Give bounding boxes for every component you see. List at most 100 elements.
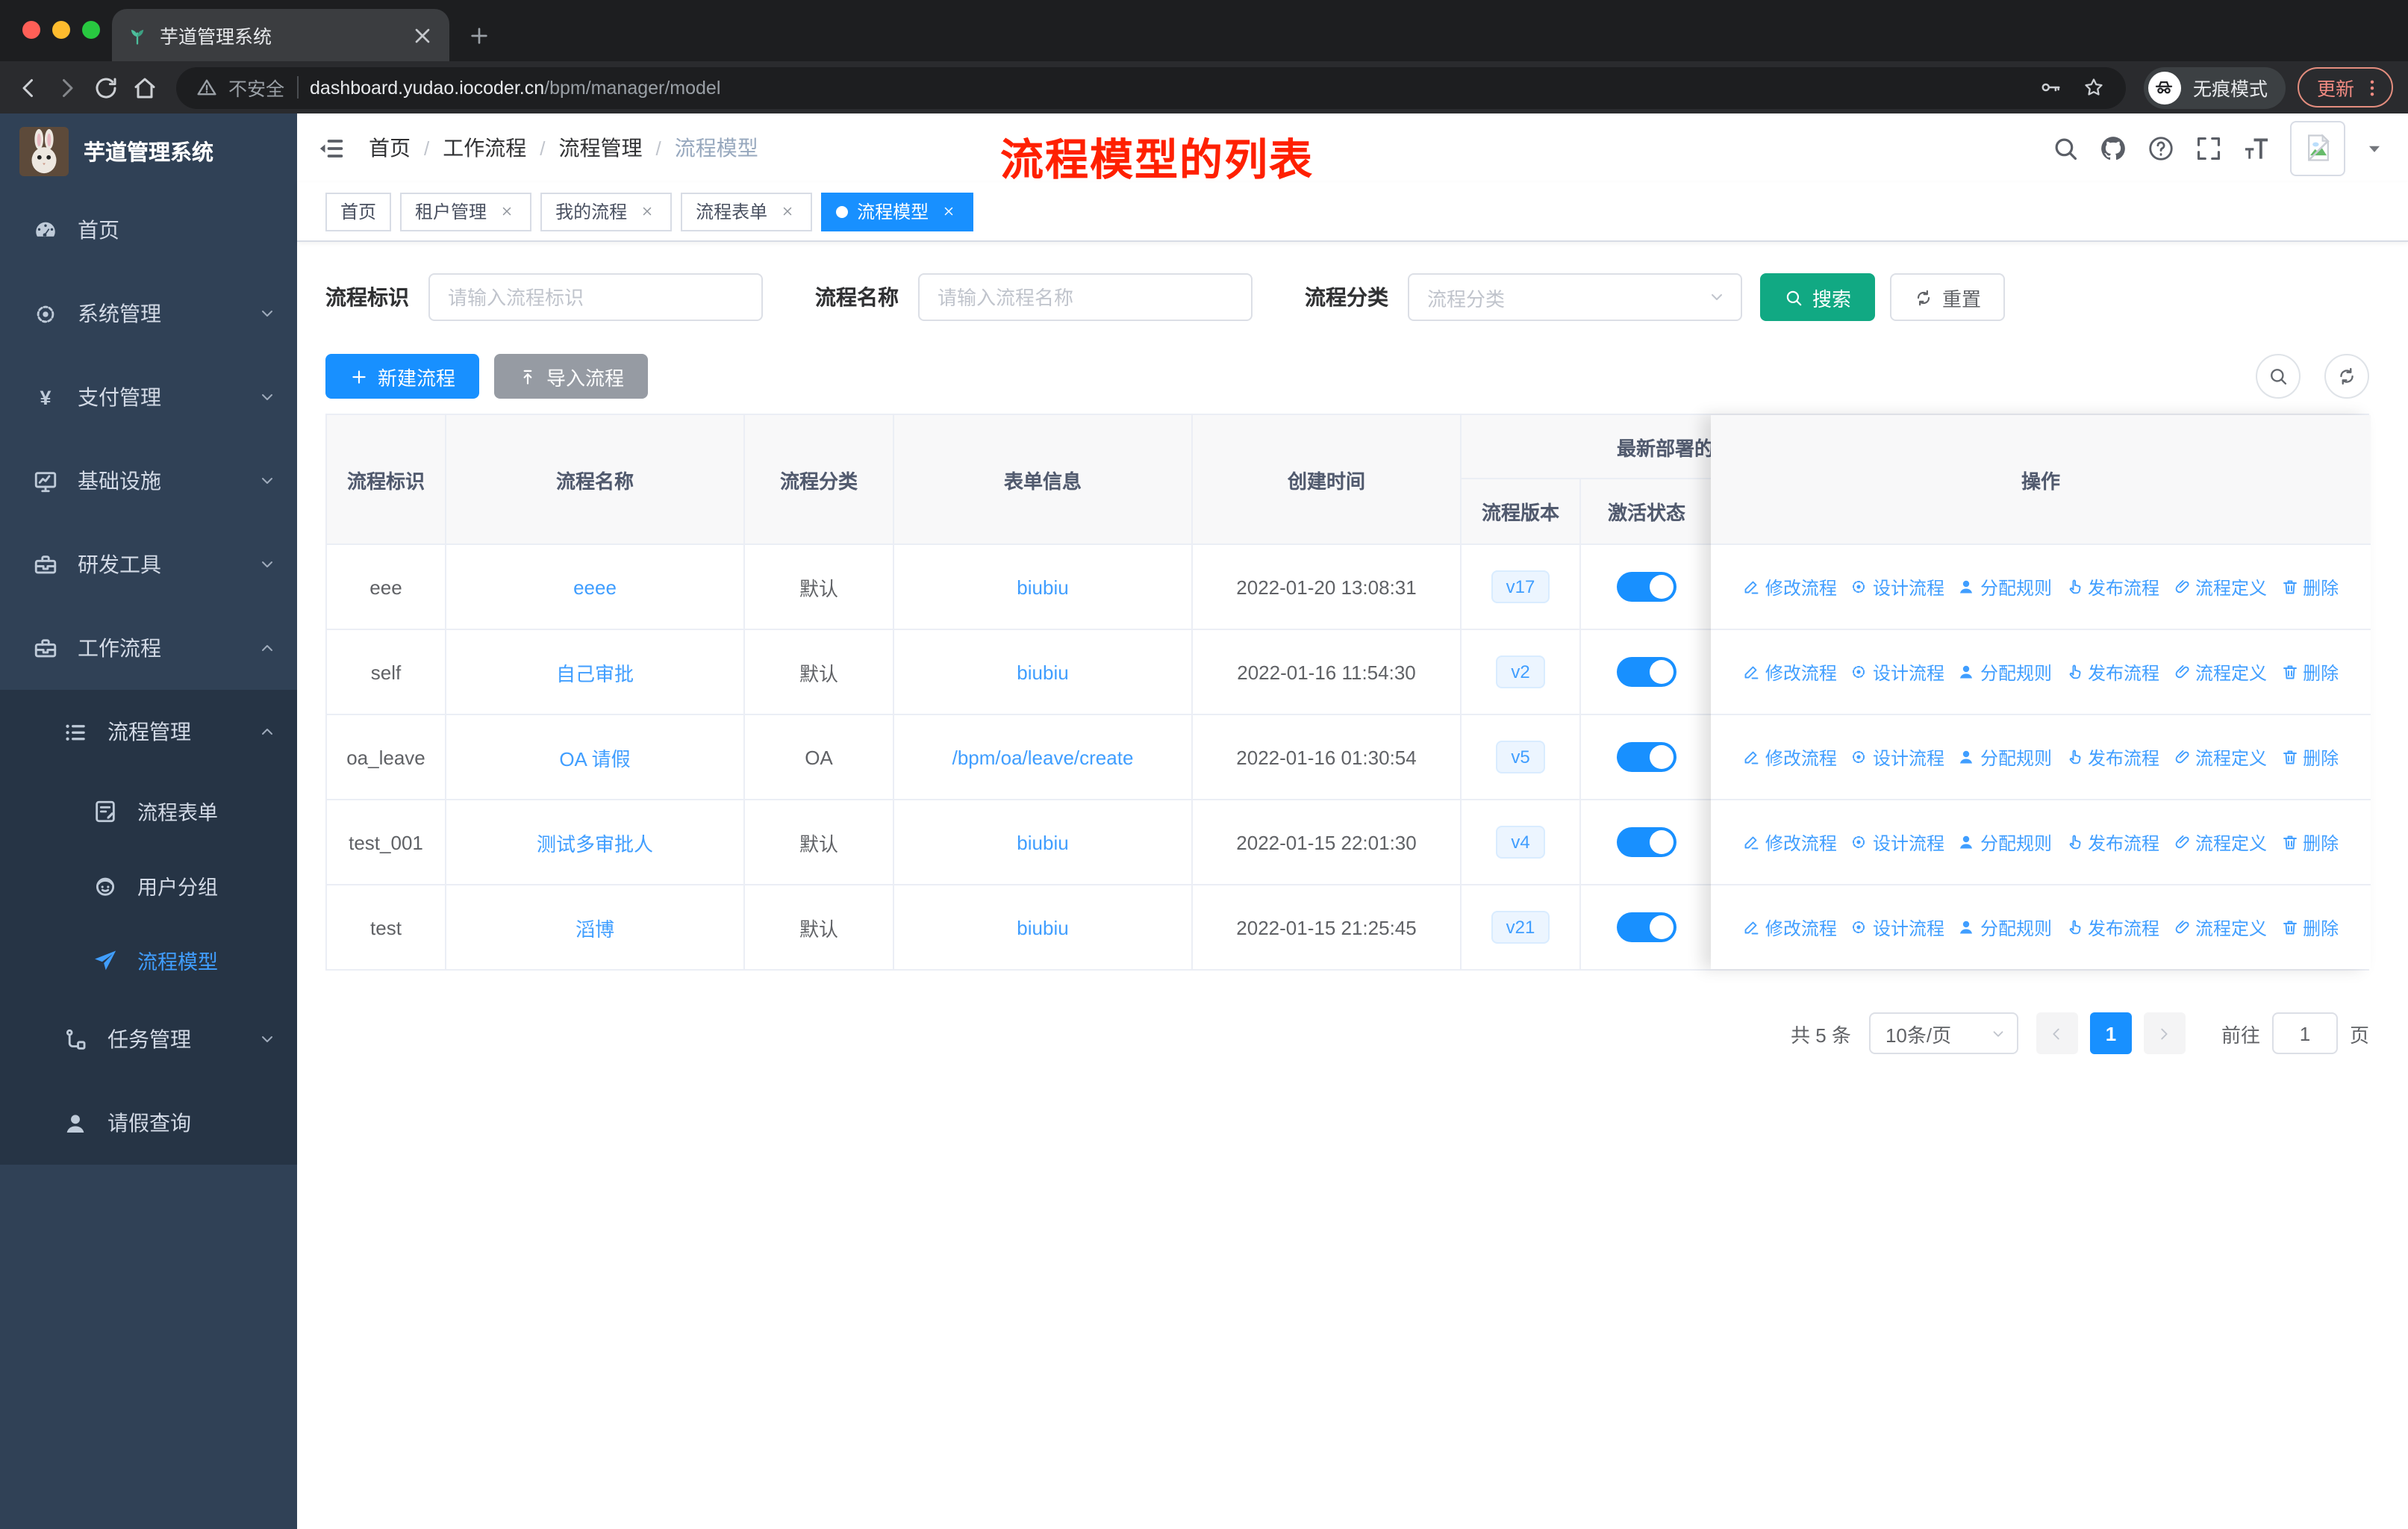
window-zoom-button[interactable] (82, 21, 100, 39)
tab-process-model[interactable]: 流程模型 (821, 192, 974, 231)
sidebar-item-user-group[interactable]: 用户分组 (0, 848, 297, 923)
form-info-link[interactable]: biubiu (1017, 831, 1068, 853)
goto-page-input[interactable] (2271, 1012, 2338, 1054)
sidebar-item-home[interactable]: 首页 (0, 188, 297, 272)
action-edit-process[interactable]: 修改流程 (1743, 744, 1837, 770)
action-design-process[interactable]: 设计流程 (1850, 659, 1944, 685)
window-close-button[interactable] (22, 21, 40, 39)
close-icon[interactable] (496, 201, 517, 222)
active-toggle[interactable] (1617, 572, 1676, 602)
search-button[interactable]: 搜索 (1760, 273, 1876, 321)
tab-close-icon[interactable] (411, 23, 434, 47)
action-deploy-process[interactable]: 发布流程 (2065, 829, 2159, 855)
tab-tenant[interactable]: 租户管理 (400, 192, 532, 231)
action-assign-rule[interactable]: 分配规则 (1958, 744, 2052, 770)
help-icon[interactable] (2147, 134, 2175, 162)
forward-button[interactable] (54, 74, 81, 101)
action-design-process[interactable]: 设计流程 (1850, 744, 1944, 770)
page-1-button[interactable]: 1 (2089, 1012, 2132, 1054)
form-info-link[interactable]: biubiu (1017, 661, 1068, 683)
action-assign-rule[interactable]: 分配规则 (1958, 574, 2052, 600)
sidebar-item-devtool[interactable]: 研发工具 (0, 523, 297, 606)
close-icon[interactable] (636, 201, 657, 222)
font-size-icon[interactable] (2242, 134, 2271, 162)
breadcrumb-item[interactable]: 首页 (369, 133, 411, 163)
action-delete[interactable]: 删除 (2280, 744, 2339, 770)
process-name-link[interactable]: 滔博 (576, 913, 614, 941)
action-process-definition[interactable]: 流程定义 (2173, 659, 2267, 685)
active-toggle[interactable] (1617, 827, 1676, 857)
action-edit-process[interactable]: 修改流程 (1743, 915, 1837, 940)
action-delete[interactable]: 删除 (2280, 659, 2339, 685)
active-toggle[interactable] (1617, 912, 1676, 942)
process-name-input[interactable] (918, 273, 1253, 321)
action-process-definition[interactable]: 流程定义 (2173, 744, 2267, 770)
sidebar-item-task-manage[interactable]: 任务管理 (0, 997, 297, 1081)
form-info-link[interactable]: /bpm/oa/leave/create (952, 746, 1134, 768)
action-design-process[interactable]: 设计流程 (1850, 915, 1944, 940)
sidebar-item-bpm-manage[interactable]: 流程管理 (0, 690, 297, 773)
header-search-icon[interactable] (2051, 134, 2080, 162)
chrome-update-button[interactable]: 更新 (2297, 67, 2393, 108)
action-assign-rule[interactable]: 分配规则 (1958, 659, 2052, 685)
action-edit-process[interactable]: 修改流程 (1743, 659, 1837, 685)
create-process-button[interactable]: 新建流程 (325, 354, 480, 399)
breadcrumb-item[interactable]: 工作流程 (443, 133, 526, 163)
close-icon[interactable] (776, 201, 797, 222)
action-assign-rule[interactable]: 分配规则 (1958, 829, 2052, 855)
tab-my-process[interactable]: 我的流程 (540, 192, 673, 231)
show-search-toggle-button[interactable] (2256, 354, 2301, 399)
sidebar-item-bpm-model[interactable]: 流程模型 (0, 923, 297, 997)
form-info-link[interactable]: biubiu (1017, 916, 1068, 938)
action-design-process[interactable]: 设计流程 (1850, 574, 1944, 600)
next-page-button[interactable] (2143, 1012, 2186, 1054)
avatar-caret-icon[interactable] (2365, 138, 2384, 158)
action-design-process[interactable]: 设计流程 (1850, 829, 1944, 855)
password-key-icon[interactable] (2039, 76, 2062, 99)
action-delete[interactable]: 删除 (2280, 574, 2339, 600)
action-process-definition[interactable]: 流程定义 (2173, 829, 2267, 855)
browser-menu-icon[interactable] (2362, 77, 2383, 98)
action-delete[interactable]: 删除 (2280, 915, 2339, 940)
tab-process-form[interactable]: 流程表单 (681, 192, 813, 231)
process-name-link[interactable]: 自己审批 (556, 658, 634, 686)
process-category-select[interactable]: 流程分类 (1408, 273, 1742, 321)
close-icon[interactable] (938, 201, 958, 222)
prev-page-button[interactable] (2036, 1012, 2078, 1054)
new-tab-button[interactable] (467, 24, 491, 48)
refresh-table-button[interactable] (2324, 354, 2369, 399)
address-bar[interactable]: 不安全 dashboard.yudao.iocoder.cn/bpm/manag… (176, 66, 2126, 108)
import-process-button[interactable]: 导入流程 (494, 354, 649, 399)
sidebar-item-pay[interactable]: ¥ 支付管理 (0, 355, 297, 439)
process-key-input[interactable] (428, 273, 763, 321)
bookmark-star-icon[interactable] (2083, 76, 2105, 99)
sidebar-item-bpm-form[interactable]: 流程表单 (0, 773, 297, 848)
action-deploy-process[interactable]: 发布流程 (2065, 915, 2159, 940)
sidebar-item-leave-query[interactable]: 请假查询 (0, 1081, 297, 1165)
window-minimize-button[interactable] (52, 21, 70, 39)
reset-button[interactable]: 重置 (1890, 273, 2006, 321)
reload-button[interactable] (93, 74, 119, 101)
user-avatar[interactable] (2290, 120, 2345, 175)
action-edit-process[interactable]: 修改流程 (1743, 829, 1837, 855)
action-process-definition[interactable]: 流程定义 (2173, 574, 2267, 600)
page-size-select[interactable]: 10条/页 (1868, 1012, 2018, 1054)
home-button[interactable] (131, 74, 158, 101)
action-deploy-process[interactable]: 发布流程 (2065, 744, 2159, 770)
collapse-sidebar-button[interactable] (318, 134, 346, 162)
form-info-link[interactable]: biubiu (1017, 576, 1068, 598)
tab-home[interactable]: 首页 (325, 192, 392, 231)
action-deploy-process[interactable]: 发布流程 (2065, 574, 2159, 600)
action-delete[interactable]: 删除 (2280, 829, 2339, 855)
process-name-link[interactable]: OA 请假 (559, 743, 630, 771)
action-deploy-process[interactable]: 发布流程 (2065, 659, 2159, 685)
action-process-definition[interactable]: 流程定义 (2173, 915, 2267, 940)
action-assign-rule[interactable]: 分配规则 (1958, 915, 2052, 940)
active-toggle[interactable] (1617, 742, 1676, 772)
sidebar-item-workflow[interactable]: 工作流程 (0, 606, 297, 690)
back-button[interactable] (15, 74, 42, 101)
sidebar-item-infra[interactable]: 基础设施 (0, 439, 297, 523)
browser-tab[interactable]: 芋道管理系统 (112, 9, 449, 61)
sidebar-item-system[interactable]: 系统管理 (0, 272, 297, 355)
action-edit-process[interactable]: 修改流程 (1743, 574, 1837, 600)
